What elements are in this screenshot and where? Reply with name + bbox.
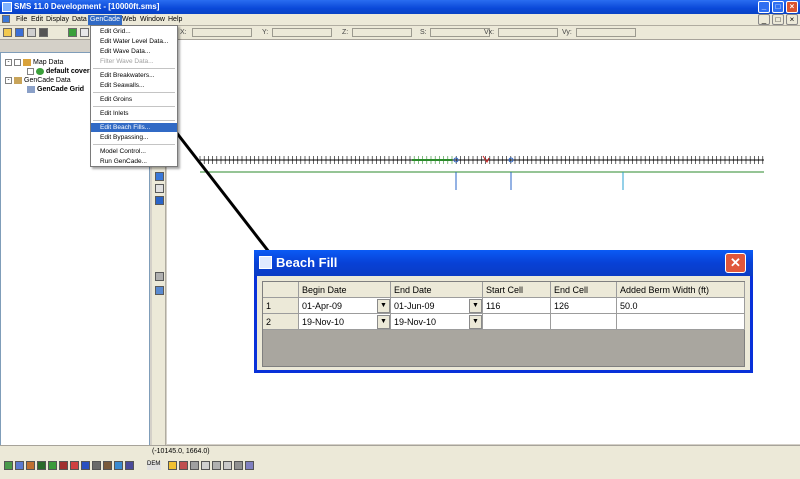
- refresh-icon[interactable]: [223, 461, 232, 470]
- menu-item-edit-wave-data[interactable]: Edit Wave Data...: [91, 47, 177, 56]
- menu-item-edit-bypassing[interactable]: Edit Bypassing...: [91, 133, 177, 142]
- plot-module-icon[interactable]: [125, 461, 134, 470]
- grid-module-icon[interactable]: [15, 461, 24, 470]
- frame-status-icon[interactable]: [212, 461, 221, 470]
- row-index: 1: [263, 298, 299, 314]
- map-module-icon[interactable]: [48, 461, 57, 470]
- dem-label[interactable]: DEM: [147, 461, 161, 470]
- end-cell-cell[interactable]: [551, 314, 617, 330]
- cursor-coordinates: (-10145.0, 1664.0): [152, 448, 210, 455]
- column-header-start-cell: Start Cell: [483, 282, 551, 298]
- menu-separator: [93, 68, 175, 69]
- column-header-index: [263, 282, 299, 298]
- column-header-berm-width: Added Berm Width (ft): [617, 282, 745, 298]
- menu-item-edit-water-level[interactable]: Edit Water Level Data...: [91, 37, 177, 46]
- raster-module-icon[interactable]: [92, 461, 101, 470]
- menu-item-run-gencade[interactable]: Run GenCade...: [91, 157, 177, 166]
- pan-icon[interactable]: [201, 461, 210, 470]
- beach-fill-dialog: Beach Fill ✕ Begin Date End Date Start C…: [254, 250, 753, 373]
- menu-separator: [93, 92, 175, 93]
- cartesian-module-icon[interactable]: [37, 461, 46, 470]
- menu-separator: [93, 144, 175, 145]
- menu-separator: [93, 106, 175, 107]
- view-icon[interactable]: [234, 461, 243, 470]
- column-header-end-cell: End Cell: [551, 282, 617, 298]
- dropdown-arrow-icon[interactable]: ▼: [377, 315, 390, 329]
- menu-item-filter-wave-data: Filter Wave Data...: [100, 58, 154, 65]
- dropdown-arrow-icon[interactable]: ▼: [469, 299, 482, 313]
- dialog-close-icon[interactable]: ✕: [725, 253, 746, 273]
- status-bar: (-10145.0, 1664.0) DEM: [0, 445, 800, 479]
- annotation-module-icon[interactable]: [81, 461, 90, 470]
- menu-item-edit-breakwaters[interactable]: Edit Breakwaters...: [91, 71, 177, 80]
- menu-item-edit-beach-fills[interactable]: Edit Beach Fills...: [91, 123, 177, 132]
- column-header-begin-date: Begin Date: [299, 282, 391, 298]
- column-header-end-date: End Date: [391, 282, 483, 298]
- menu-separator: [93, 120, 175, 121]
- gis-module-icon[interactable]: [59, 461, 68, 470]
- obstruction-module-icon[interactable]: [103, 461, 112, 470]
- end-cell-cell[interactable]: 126: [551, 298, 617, 314]
- dropdown-arrow-icon[interactable]: ▼: [377, 299, 390, 313]
- menu-item-edit-grid[interactable]: Edit Grid...: [91, 27, 177, 36]
- beach-fill-table: Begin Date End Date Start Cell End Cell …: [262, 281, 745, 367]
- hand-icon[interactable]: [168, 461, 177, 470]
- zoom-status-icon[interactable]: [190, 461, 199, 470]
- dialog-title: Beach Fill: [276, 255, 338, 270]
- start-cell-cell[interactable]: [483, 314, 551, 330]
- rotate-icon[interactable]: [179, 461, 188, 470]
- dialog-icon: [259, 256, 272, 269]
- menu-item-model-control[interactable]: Model Control...: [91, 147, 177, 156]
- mesh-module-icon[interactable]: [4, 461, 13, 470]
- menu-item-edit-seawalls[interactable]: Edit Seawalls...: [91, 81, 177, 90]
- start-cell-cell[interactable]: 116: [483, 298, 551, 314]
- gencade-menu: Edit Grid... Edit Water Level Data... Ed…: [90, 25, 178, 167]
- 1d-grid-module-icon[interactable]: [114, 461, 123, 470]
- row-index: 2: [263, 314, 299, 330]
- berm-width-cell[interactable]: 50.0: [617, 298, 745, 314]
- berm-width-cell[interactable]: [617, 314, 745, 330]
- scatter-module-icon[interactable]: [26, 461, 35, 470]
- menu-item-edit-inlets[interactable]: Edit Inlets: [91, 109, 177, 118]
- display-options-icon[interactable]: [245, 461, 254, 470]
- menu-item-edit-groins[interactable]: Edit Groins: [91, 95, 177, 104]
- particle-module-icon[interactable]: [70, 461, 79, 470]
- dialog-title-bar[interactable]: Beach Fill ✕: [254, 250, 753, 276]
- dropdown-arrow-icon[interactable]: ▼: [469, 315, 482, 329]
